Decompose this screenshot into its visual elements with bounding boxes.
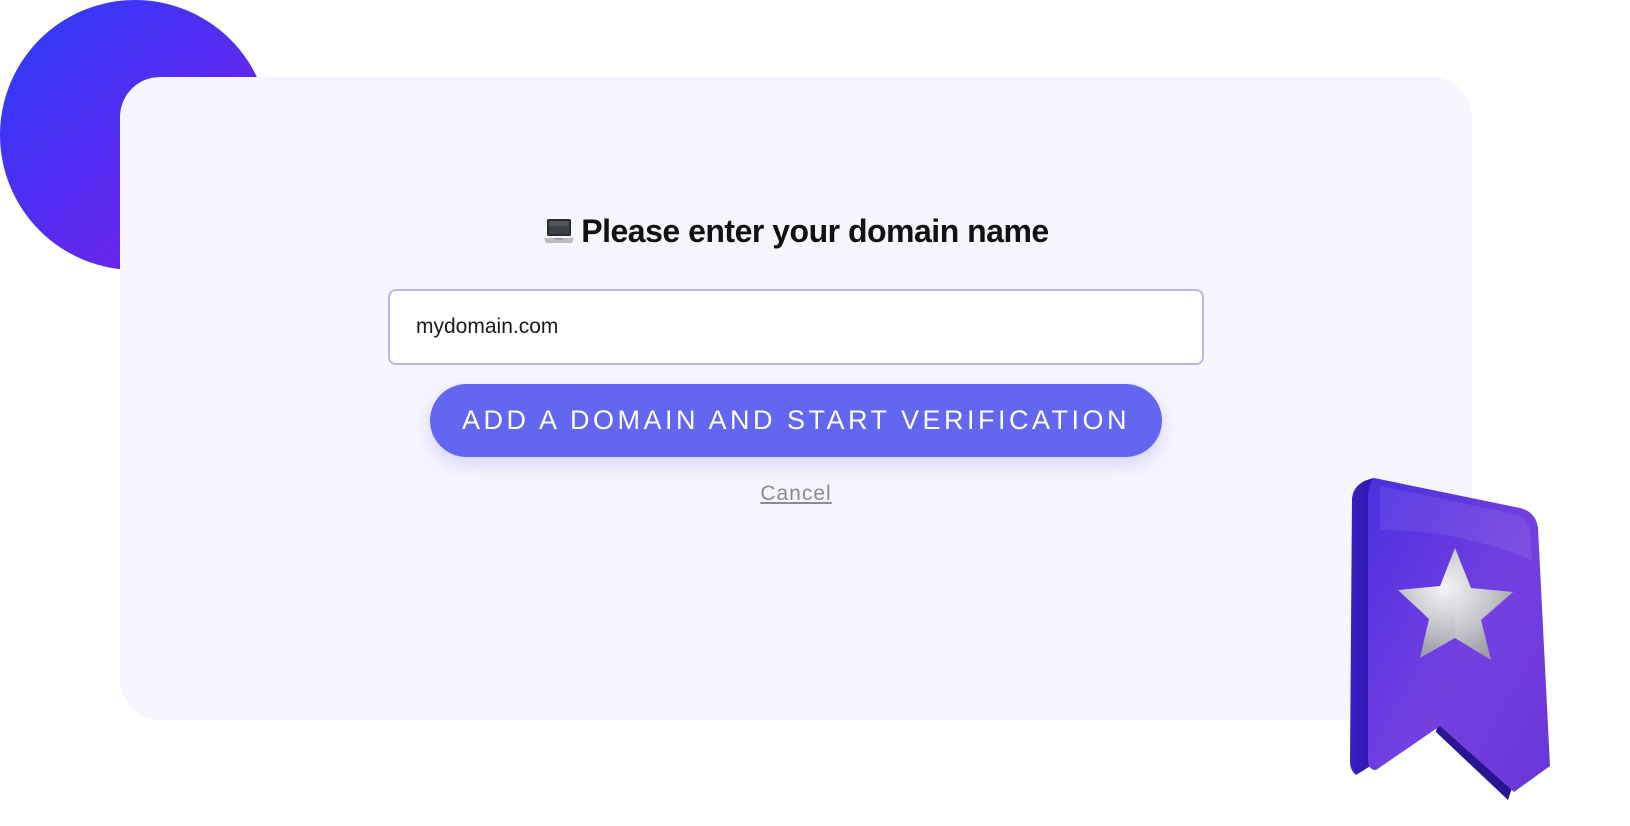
domain-name-input[interactable] xyxy=(388,289,1204,365)
cancel-container: Cancel xyxy=(120,482,1472,506)
dialog-heading-text: Please enter your domain name xyxy=(581,213,1049,249)
bookmark-star-icon xyxy=(1340,470,1580,810)
page: Please enter your domain name ADD A DOMA… xyxy=(0,0,1630,826)
dialog-heading: Please enter your domain name xyxy=(120,213,1472,254)
add-domain-button[interactable]: ADD A DOMAIN AND START VERIFICATION xyxy=(430,384,1162,457)
domain-dialog-card: Please enter your domain name ADD A DOMA… xyxy=(120,77,1472,720)
laptop-icon xyxy=(543,216,575,254)
cancel-link[interactable]: Cancel xyxy=(760,482,831,505)
